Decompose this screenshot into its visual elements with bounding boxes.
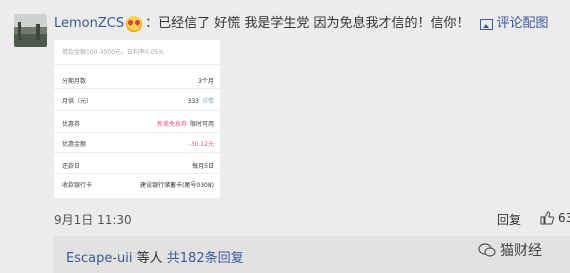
reply-user-link[interactable]: Escape-uii bbox=[66, 251, 133, 266]
watermark-text: 猫财经 bbox=[500, 243, 542, 259]
row-value: 建设银行储蓄卡(尾号0308) bbox=[140, 182, 214, 189]
user-avatar[interactable] bbox=[14, 14, 47, 47]
row-value: 每月5日 bbox=[192, 163, 214, 170]
heart-eyes-emoji-icon bbox=[126, 16, 143, 32]
row-value: 3个月 bbox=[198, 78, 214, 85]
row-label: 优惠金额 bbox=[62, 141, 87, 148]
comment-text: ：已经信了 好慌 我是学生党 因为免息我才信的！信你！ bbox=[145, 16, 470, 31]
row-sub: 详情 bbox=[201, 98, 214, 105]
reply-button[interactable]: 回复 bbox=[497, 211, 521, 228]
row-value: 新美免息券 bbox=[156, 121, 187, 128]
card-row: 优惠券 新美免息券 限时可用 bbox=[62, 119, 214, 128]
comment-username[interactable]: LemonZCS bbox=[54, 14, 124, 34]
row-label: 分期月数 bbox=[62, 78, 87, 85]
comment-picture-link[interactable]: 评论配图 bbox=[479, 14, 549, 34]
comment-attached-image[interactable]: 借款金额100-3000元，日利率0.05% 分期月数 3个月 月供（元） 33… bbox=[54, 40, 220, 198]
comment-timestamp: 9月1日 11:30 bbox=[54, 213, 132, 227]
like-count: 63 bbox=[558, 211, 570, 225]
card-row: 月供（元） 333 详情 bbox=[62, 96, 214, 105]
comment-picture-label: 评论配图 bbox=[496, 16, 549, 31]
card-row: 还款日 每月5日 bbox=[62, 161, 214, 170]
replies-middle-text: 等人 bbox=[132, 251, 167, 266]
row-sub: 限时可用 bbox=[189, 121, 214, 128]
view-all-replies-link[interactable]: 共182条回复 bbox=[167, 251, 244, 266]
card-row: 收款银行卡 建设银行储蓄卡(尾号0308) bbox=[62, 180, 214, 189]
row-value: 333 bbox=[187, 98, 199, 105]
row-label: 还款日 bbox=[62, 163, 81, 170]
image-icon bbox=[479, 18, 493, 30]
row-label: 优惠券 bbox=[62, 121, 81, 128]
thumbs-up-icon[interactable] bbox=[540, 211, 554, 225]
row-label: 收款银行卡 bbox=[62, 182, 93, 189]
comment-line: LemonZCS ：已经信了 好慌 我是学生党 因为免息我才信的！信你！ 评论配… bbox=[54, 14, 549, 34]
replies-summary: Escape-uii 等人 共182条回复 bbox=[66, 247, 244, 266]
wechat-logo-icon bbox=[478, 243, 496, 257]
row-label: 月供（元） bbox=[62, 98, 93, 105]
card-row: 分期月数 3个月 bbox=[62, 76, 214, 85]
card-row: 优惠金额 -30.12元 bbox=[62, 139, 214, 148]
row-value: -30.12元 bbox=[188, 141, 214, 148]
watermark: 猫财经 bbox=[478, 240, 542, 260]
card-header: 借款金额100-3000元，日利率0.05% bbox=[62, 49, 164, 56]
